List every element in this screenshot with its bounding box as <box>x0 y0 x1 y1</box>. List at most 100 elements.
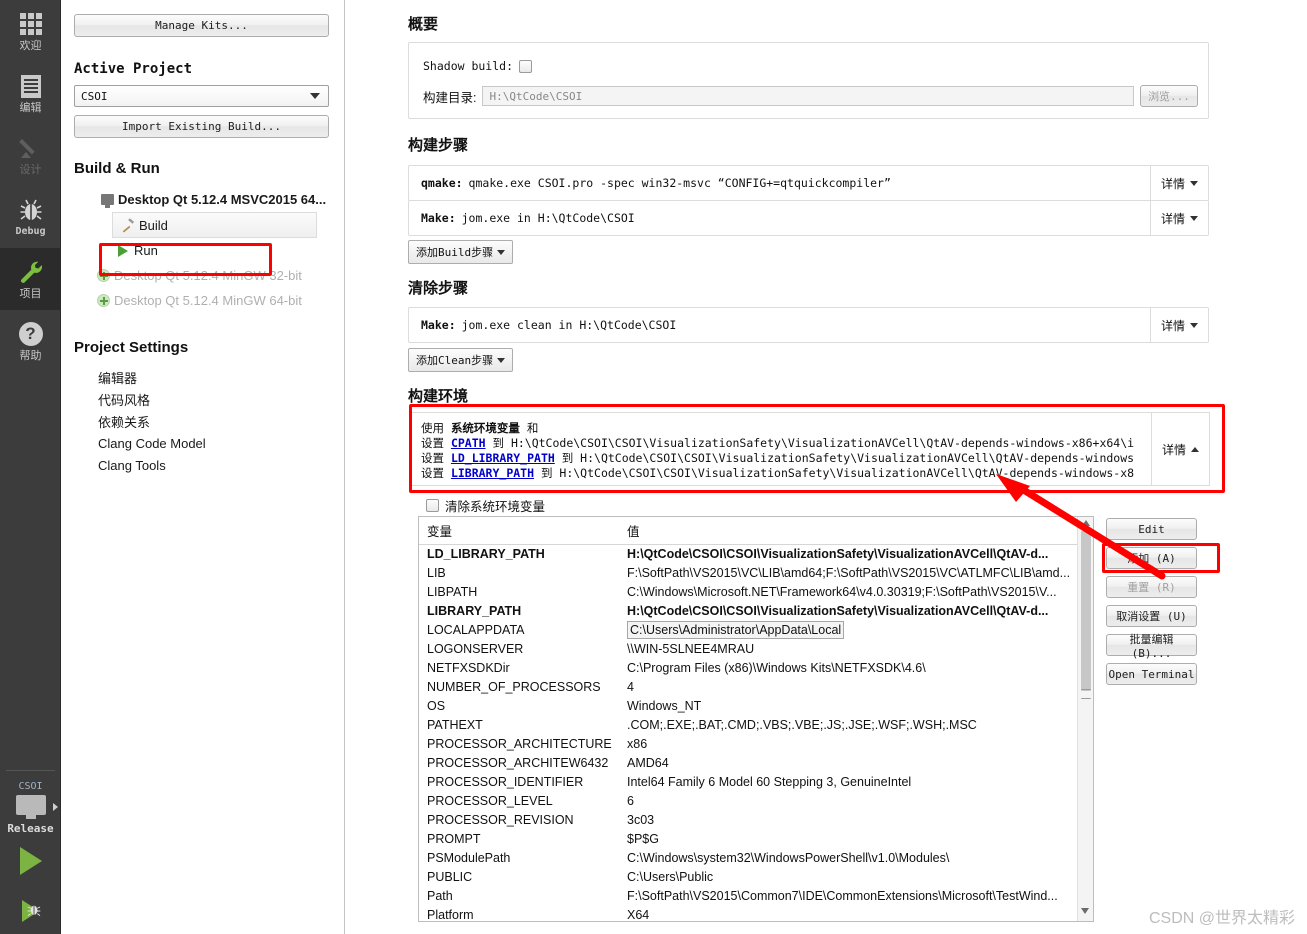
table-row[interactable]: PATHEXT .COM;.EXE;.BAT;.CMD;.VBS;.VBE;.JS… <box>419 716 1093 735</box>
browse-button[interactable]: 浏览... <box>1140 85 1198 107</box>
settings-item-editor[interactable]: 编辑器 <box>98 366 332 388</box>
cell-value: 4 <box>627 680 634 694</box>
table-row[interactable]: PUBLIC C:\Users\Public <box>419 868 1093 887</box>
mode-item-debug[interactable]: Debug <box>0 186 61 248</box>
build-environment-detail-button[interactable]: 详情 <box>1151 413 1209 485</box>
build-step-command: jom.exe in H:\QtCode\CSOI <box>461 211 635 225</box>
cell-value: AMD64 <box>627 756 669 770</box>
add-env-button[interactable]: 添加 (A) <box>1106 547 1197 569</box>
table-row[interactable]: PROCESSOR_ARCHITECTURE x86 <box>419 735 1093 754</box>
clean-step-detail-button[interactable]: 详情 <box>1150 308 1208 342</box>
build-directory-input[interactable]: H:\QtCode\CSOI <box>482 86 1134 106</box>
clear-system-environment-row: 清除系统环境变量 <box>426 496 545 515</box>
chevron-up-icon <box>1191 446 1199 452</box>
cell-variable: PROCESSOR_IDENTIFIER <box>427 775 584 789</box>
manage-kits-button[interactable]: Manage Kits... <box>74 14 329 37</box>
chevron-down-icon <box>1190 180 1198 186</box>
env-line-value: H:\QtCode\CSOI\CSOI\VisualizationSafety\… <box>559 466 1135 480</box>
mode-item-projects[interactable]: 项目 <box>0 248 61 310</box>
chevron-down-icon <box>1190 215 1198 221</box>
mode-item-edit[interactable]: 编辑 <box>0 62 61 124</box>
cell-value: F:\SoftPath\VS2015\Common7\IDE\CommonExt… <box>627 889 1058 903</box>
table-row[interactable]: LIB F:\SoftPath\VS2015\VC\LIB\amd64;F:\So… <box>419 564 1093 583</box>
clear-system-environment-checkbox[interactable] <box>426 499 439 512</box>
table-vertical-scrollbar[interactable] <box>1077 517 1093 921</box>
tree-item-kit-mingw32[interactable]: Desktop Qt 5.12.4 MinGW 32-bit <box>92 263 332 288</box>
environment-summary-lines: 使用 系统环境变量 和 设置 CPATH 到 H:\QtCode\CSOI\CS… <box>411 413 1151 485</box>
build-step-detail-button[interactable]: 详情 <box>1150 201 1208 235</box>
table-row[interactable]: PROMPT $P$G <box>419 830 1093 849</box>
settings-item-clang-tools[interactable]: Clang Tools <box>98 454 332 476</box>
cell-variable: PROCESSOR_ARCHITECTURE <box>427 737 612 751</box>
environment-variables-table[interactable]: 变量 值 LD_LIBRARY_PATH H:\QtCode\CSOI\CSOI\… <box>418 516 1094 922</box>
scroll-up-arrow-icon[interactable] <box>1081 520 1090 526</box>
batch-edit-env-button[interactable]: 批量编辑 (B)... <box>1106 633 1197 660</box>
table-row[interactable]: Platform X64 <box>419 906 1093 921</box>
table-row[interactable]: PROCESSOR_IDENTIFIER Intel64 Family 6 Mod… <box>419 773 1093 792</box>
table-row[interactable]: NETFXSDKDir C:\Program Files (x86)\Window… <box>419 659 1093 678</box>
page-icon <box>20 72 41 100</box>
add-clean-step-button[interactable]: 添加Clean步骤 <box>408 348 514 372</box>
tree-item-build[interactable]: Build <box>112 212 317 238</box>
mode-label: 帮助 <box>19 350 42 362</box>
env-line-suffix: 到 <box>492 436 505 450</box>
debug-button[interactable] <box>0 887 61 934</box>
import-existing-build-button[interactable]: Import Existing Build... <box>74 115 329 138</box>
column-header-value[interactable]: 值 <box>619 517 1093 545</box>
play-icon <box>112 244 134 257</box>
scroll-down-arrow-icon[interactable] <box>1081 908 1089 914</box>
tree-item-kit-msvc2015[interactable]: Desktop Qt 5.12.4 MSVC2015 64... <box>96 187 332 212</box>
table-row[interactable]: Path F:\SoftPath\VS2015\Common7\IDE\Commo… <box>419 887 1093 906</box>
tree-item-kit-mingw64[interactable]: Desktop Qt 5.12.4 MinGW 64-bit <box>92 288 332 313</box>
cell-value: C:\Users\Administrator\AppData\Local <box>619 621 1093 640</box>
open-terminal-button[interactable]: Open Terminal <box>1106 663 1197 685</box>
cell-value: C:\Users\Public <box>627 870 714 884</box>
table-row[interactable]: PROCESSOR_REVISION 3c03 <box>419 811 1093 830</box>
table-row[interactable]: LOGONSERVER \\WIN-5SLNEE4MRAU <box>419 640 1093 659</box>
environment-action-buttons: Edit 添加 (A) 重置 (R) 取消设置 (U) 批量编辑 (B)... … <box>1106 518 1197 685</box>
table-row[interactable]: PROCESSOR_LEVEL 6 <box>419 792 1093 811</box>
cell-variable: PROCESSOR_REVISION <box>427 813 574 827</box>
unset-env-button[interactable]: 取消设置 (U) <box>1106 605 1197 627</box>
mode-label: 欢迎 <box>19 40 42 52</box>
env-var-link-ld-library-path[interactable]: LD_LIBRARY_PATH <box>451 451 555 465</box>
reset-env-button[interactable]: 重置 (R) <box>1106 576 1197 598</box>
tree-item-label: Build <box>139 217 168 233</box>
shadow-build-checkbox[interactable] <box>519 59 533 73</box>
env-var-link-library-path[interactable]: LIBRARY_PATH <box>451 466 534 480</box>
mode-label: 编辑 <box>19 102 42 114</box>
settings-item-dependencies[interactable]: 依赖关系 <box>98 410 332 432</box>
tree-item-run[interactable]: Run <box>112 238 332 263</box>
kit-target-selector[interactable]: CSOI Release <box>0 781 61 835</box>
table-row[interactable]: OS Windows_NT <box>419 697 1093 716</box>
add-build-step-button[interactable]: 添加Build步骤 <box>408 240 514 264</box>
table-row[interactable]: LOCALAPPDATA C:\Users\Administrator\AppDa… <box>419 621 1093 640</box>
mode-item-help[interactable]: ? 帮助 <box>0 310 61 372</box>
scrollbar-grip <box>1081 689 1091 699</box>
settings-item-code-style[interactable]: 代码风格 <box>98 388 332 410</box>
add-kit-icon <box>92 269 114 282</box>
run-button[interactable] <box>0 835 61 887</box>
table-row[interactable]: LD_LIBRARY_PATH H:\QtCode\CSOI\CSOI\Visua… <box>419 545 1093 564</box>
scrollbar-thumb[interactable] <box>1081 531 1091 691</box>
active-project-combobox[interactable]: CSOI <box>74 85 329 107</box>
env-var-link-cpath[interactable]: CPATH <box>451 436 486 450</box>
build-directory-label: 构建目录: <box>423 90 477 105</box>
table-row[interactable]: PROCESSOR_ARCHITEW6432 AMD64 <box>419 754 1093 773</box>
cell-variable: LIBPATH <box>427 585 478 599</box>
column-header-variable[interactable]: 变量 <box>419 517 619 545</box>
table-row[interactable]: LIBPATH C:\Windows\Microsoft.NET\Framewor… <box>419 583 1093 602</box>
env-line-value: H:\QtCode\CSOI\CSOI\VisualizationSafety\… <box>510 436 1135 450</box>
mode-item-design[interactable]: 设计 <box>0 124 61 186</box>
target-build-mode: Release <box>7 822 54 835</box>
build-step-detail-button[interactable]: 详情 <box>1150 166 1208 200</box>
cell-variable: PUBLIC <box>427 870 473 884</box>
edit-env-button[interactable]: Edit <box>1106 518 1197 540</box>
mode-item-welcome[interactable]: 欢迎 <box>0 0 61 62</box>
table-row[interactable]: LIBRARY_PATH H:\QtCode\CSOI\CSOI\Visualiz… <box>419 602 1093 621</box>
cell-value: Windows_NT <box>627 699 702 713</box>
table-row[interactable]: PSModulePath C:\Windows\system32\WindowsP… <box>419 849 1093 868</box>
table-row[interactable]: NUMBER_OF_PROCESSORS 4 <box>419 678 1093 697</box>
cell-value: H:\QtCode\CSOI\CSOI\VisualizationSafety\… <box>627 604 1049 618</box>
settings-item-clang-code-model[interactable]: Clang Code Model <box>98 432 332 454</box>
